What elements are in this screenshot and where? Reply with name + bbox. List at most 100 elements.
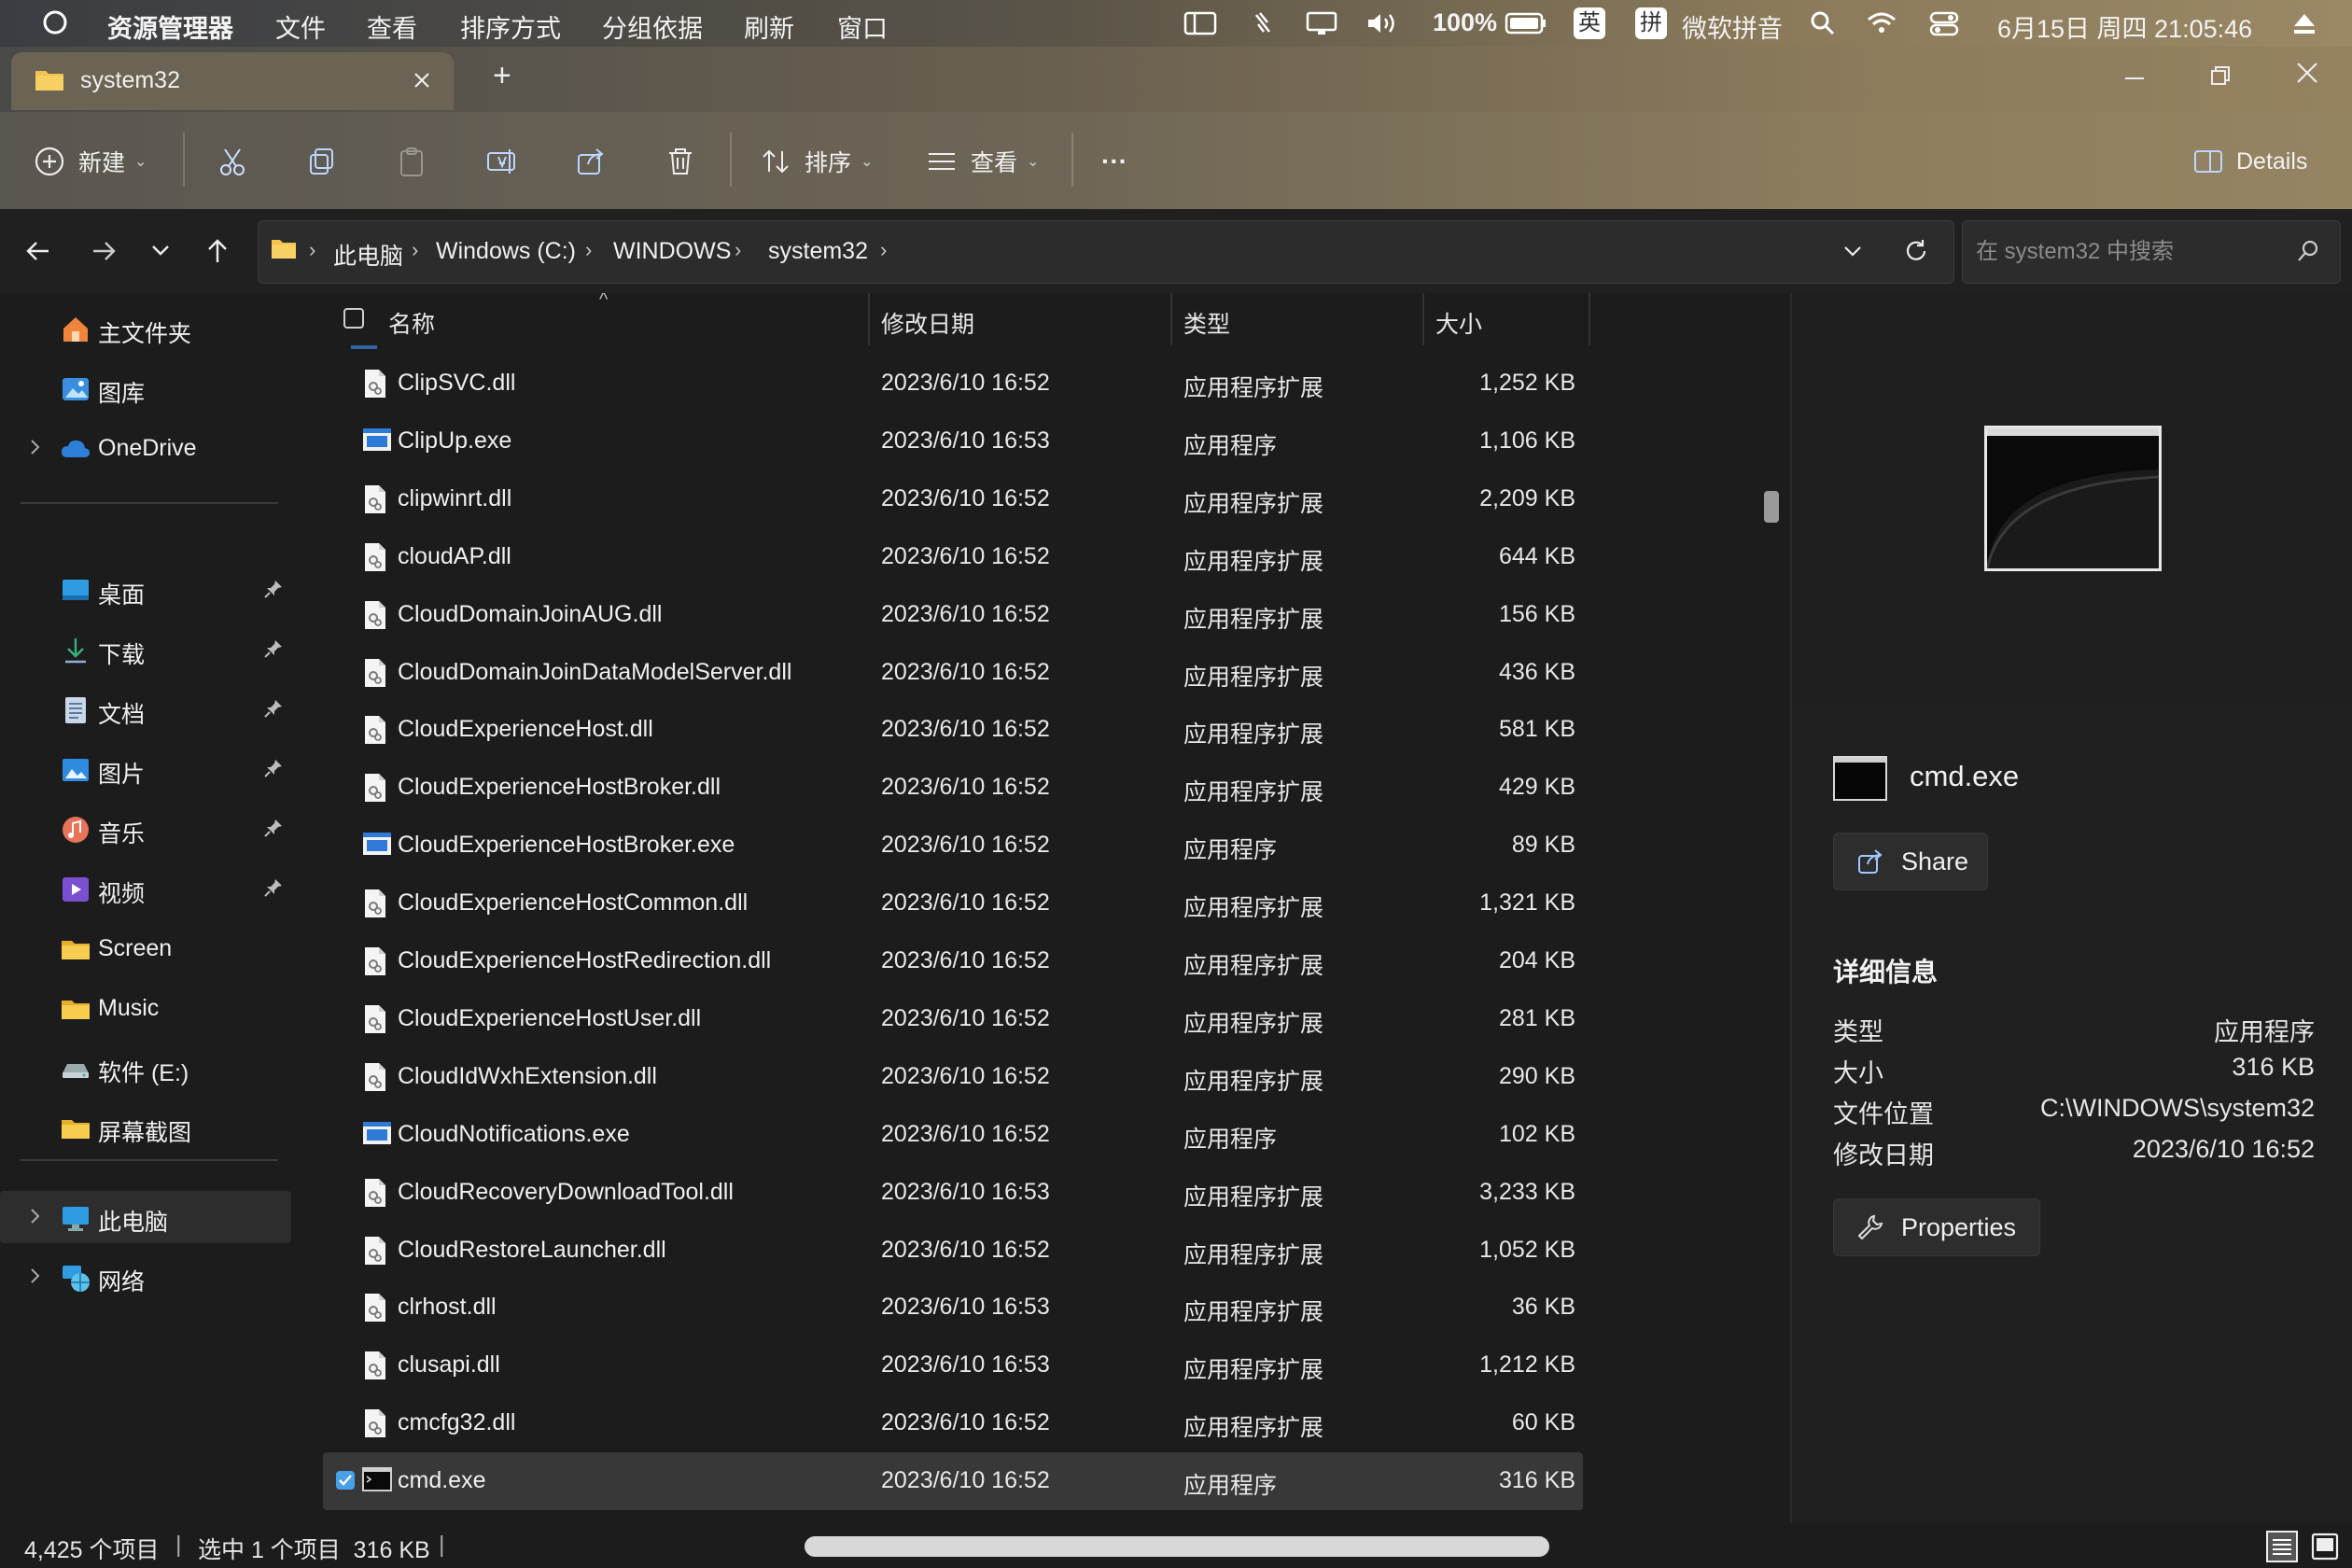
pin-icon[interactable] bbox=[263, 638, 284, 659]
pin-icon[interactable] bbox=[263, 818, 284, 838]
table-row[interactable]: ClipUp.exe 2023/6/10 16:53 应用程序 1,106 KB bbox=[323, 413, 1583, 470]
properties-button[interactable]: Properties bbox=[1833, 1198, 2040, 1256]
paste-button[interactable] bbox=[396, 140, 427, 183]
rename-button[interactable] bbox=[485, 140, 517, 183]
search-icon[interactable] bbox=[1809, 9, 1837, 37]
delete-button[interactable] bbox=[665, 140, 696, 183]
ime-name[interactable]: 微软拼音 bbox=[1682, 8, 1783, 45]
new-button[interactable]: 新建 ⌄ bbox=[34, 140, 147, 183]
menu-view[interactable]: 查看 bbox=[367, 8, 417, 45]
sidebar-item-this-pc[interactable]: 此电脑 bbox=[0, 1191, 291, 1243]
menu-group-by[interactable]: 分组依据 bbox=[602, 8, 703, 45]
details-pane-button[interactable]: Details bbox=[2193, 140, 2307, 183]
breadcrumb-separator-icon[interactable]: › bbox=[735, 238, 741, 262]
column-header-size[interactable]: 大小 bbox=[1435, 306, 1482, 340]
breadcrumb-this-pc[interactable]: 此电脑 bbox=[333, 238, 403, 272]
minimize-icon[interactable] bbox=[2122, 69, 2147, 88]
menu-refresh[interactable]: 刷新 bbox=[744, 8, 794, 45]
pin-icon[interactable] bbox=[263, 877, 284, 898]
breadcrumb-separator-icon[interactable]: › bbox=[412, 238, 418, 262]
breadcrumb-windows[interactable]: WINDOWS bbox=[613, 238, 731, 265]
close-window-icon[interactable] bbox=[2294, 60, 2320, 86]
table-row[interactable]: clrhost.dll 2023/6/10 16:53 应用程序扩展 36 KB bbox=[323, 1279, 1583, 1337]
eject-icon[interactable] bbox=[2290, 9, 2318, 37]
table-row[interactable]: CloudExperienceHost.dll 2023/6/10 16:52 应用… bbox=[323, 701, 1583, 759]
table-row[interactable]: CloudNotifications.exe 2023/6/10 16:52 应用程… bbox=[323, 1106, 1583, 1164]
search-input[interactable] bbox=[1974, 234, 2286, 270]
wifi-icon[interactable] bbox=[1865, 9, 1898, 37]
back-arrow-icon[interactable] bbox=[24, 237, 52, 265]
table-row[interactable]: ClipSVC.dll 2023/6/10 16:52 应用程序扩展 1,252 KB bbox=[323, 355, 1583, 413]
table-row[interactable]: cmd.exe 2023/6/10 16:52 应用程序 316 KB bbox=[323, 1452, 1583, 1511]
column-header-name[interactable]: 名称 bbox=[388, 306, 435, 340]
search-icon[interactable] bbox=[2295, 238, 2321, 264]
menu-file[interactable]: 文件 bbox=[275, 8, 326, 45]
search-box[interactable] bbox=[1962, 220, 2341, 284]
volume-icon[interactable] bbox=[1365, 9, 1402, 37]
table-row[interactable]: CloudDomainJoinDataModelServer.dll 2023/6… bbox=[323, 644, 1583, 702]
table-row[interactable]: clusapi.dll 2023/6/10 16:53 应用程序扩展 1,212 KB bbox=[323, 1337, 1583, 1394]
display-icon[interactable] bbox=[1305, 9, 1338, 37]
address-history-chevron-icon[interactable] bbox=[1841, 240, 1864, 262]
details-view-toggle-icon[interactable] bbox=[2266, 1531, 2298, 1562]
sidebar-item-videos[interactable]: 视频 bbox=[0, 862, 291, 915]
row-checkbox[interactable] bbox=[336, 1471, 355, 1491]
table-row[interactable]: CloudExperienceHostBroker.exe 2023/6/10 1… bbox=[323, 817, 1583, 875]
app-menu-name[interactable]: 资源管理器 bbox=[107, 8, 233, 45]
sidebar-item-screen[interactable]: Screen bbox=[0, 922, 291, 974]
table-row[interactable]: CloudRestoreLauncher.dll 2023/6/10 16:52 应… bbox=[323, 1222, 1583, 1280]
share-button[interactable] bbox=[575, 140, 607, 183]
nav-item-gallery[interactable]: 图库 bbox=[0, 362, 291, 414]
column-header-type[interactable]: 类型 bbox=[1183, 306, 1230, 340]
restore-icon[interactable] bbox=[2208, 63, 2233, 88]
ime-english-badge[interactable]: 英 bbox=[1574, 7, 1605, 39]
mute-icon[interactable] bbox=[1249, 9, 1277, 37]
menu-window[interactable]: 窗口 bbox=[837, 8, 888, 45]
more-options-button[interactable]: ··· bbox=[1101, 140, 1127, 183]
sidebar-item-music[interactable]: 音乐 bbox=[0, 803, 291, 855]
sidebar-item-drive-e[interactable]: 软件 (E:) bbox=[0, 1042, 291, 1094]
sort-button[interactable]: 排序 ⌄ bbox=[760, 140, 873, 183]
pin-icon[interactable] bbox=[263, 579, 284, 599]
table-row[interactable]: cmcfg32.dll 2023/6/10 16:52 应用程序扩展 60 KB bbox=[323, 1394, 1583, 1452]
table-row[interactable]: CloudRecoveryDownloadTool.dll 2023/6/10 1… bbox=[323, 1164, 1583, 1222]
system-menu-icon[interactable] bbox=[41, 8, 69, 36]
chevron-right-icon[interactable] bbox=[24, 1206, 45, 1226]
copy-button[interactable] bbox=[306, 140, 338, 183]
table-row[interactable]: CloudExperienceHostUser.dll 2023/6/10 16:… bbox=[323, 990, 1583, 1048]
forward-arrow-icon[interactable] bbox=[90, 237, 118, 265]
table-row[interactable]: CloudExperienceHostBroker.dll 2023/6/10 1… bbox=[323, 759, 1583, 817]
battery-icon[interactable] bbox=[1505, 11, 1547, 35]
close-tab-icon[interactable] bbox=[411, 69, 433, 91]
pin-icon[interactable] bbox=[263, 758, 284, 778]
table-row[interactable]: clipwinrt.dll 2023/6/10 16:52 应用程序扩展 2,209 … bbox=[323, 470, 1583, 528]
breadcrumb-drive-c[interactable]: Windows (C:) bbox=[436, 238, 576, 265]
breadcrumb-separator-icon[interactable]: › bbox=[880, 238, 887, 262]
table-row[interactable]: CloudExperienceHostCommon.dll 2023/6/10 1… bbox=[323, 875, 1583, 932]
sidebar-item-screenshots[interactable]: 屏幕截图 bbox=[0, 1101, 291, 1154]
breadcrumb-separator-icon[interactable]: › bbox=[309, 238, 315, 262]
tab-system32[interactable]: system32 bbox=[11, 52, 454, 110]
sidebar-item-desktop[interactable]: 桌面 bbox=[0, 564, 291, 616]
recent-locations-chevron-icon[interactable] bbox=[149, 239, 172, 261]
ime-pinyin-badge[interactable]: 拼 bbox=[1635, 7, 1667, 39]
refresh-icon[interactable] bbox=[1903, 238, 1929, 264]
vertical-scrollbar-thumb[interactable] bbox=[1764, 491, 1779, 523]
view-button[interactable]: 查看 ⌄ bbox=[926, 140, 1039, 183]
column-header-date[interactable]: 修改日期 bbox=[881, 306, 974, 340]
breadcrumb-separator-icon[interactable]: › bbox=[585, 238, 592, 262]
table-row[interactable]: CloudDomainJoinAUG.dll 2023/6/10 16:52 应用程… bbox=[323, 586, 1583, 644]
sidebar-item-documents[interactable]: 文档 bbox=[0, 683, 291, 735]
clock[interactable]: 6月15日 周四 21:05:46 bbox=[1997, 8, 2252, 45]
sidebar-item-network[interactable]: 网络 bbox=[0, 1251, 291, 1303]
tiles-view-toggle-icon[interactable] bbox=[2309, 1531, 2341, 1562]
sidebar-item-pictures[interactable]: 图片 bbox=[0, 743, 291, 795]
table-row[interactable]: cloudAP.dll 2023/6/10 16:52 应用程序扩展 644 KB bbox=[323, 528, 1583, 586]
table-row[interactable]: CloudIdWxhExtension.dll 2023/6/10 16:52 应用… bbox=[323, 1048, 1583, 1106]
new-tab-button[interactable]: + bbox=[493, 58, 511, 94]
pin-icon[interactable] bbox=[263, 698, 284, 719]
sidebar-item-music-folder[interactable]: Music bbox=[0, 982, 291, 1034]
table-row[interactable]: CloudExperienceHostRedirection.dll 2023/6… bbox=[323, 932, 1583, 990]
breadcrumb-system32[interactable]: system32 bbox=[768, 238, 868, 265]
menu-sort-by[interactable]: 排序方式 bbox=[460, 8, 561, 45]
